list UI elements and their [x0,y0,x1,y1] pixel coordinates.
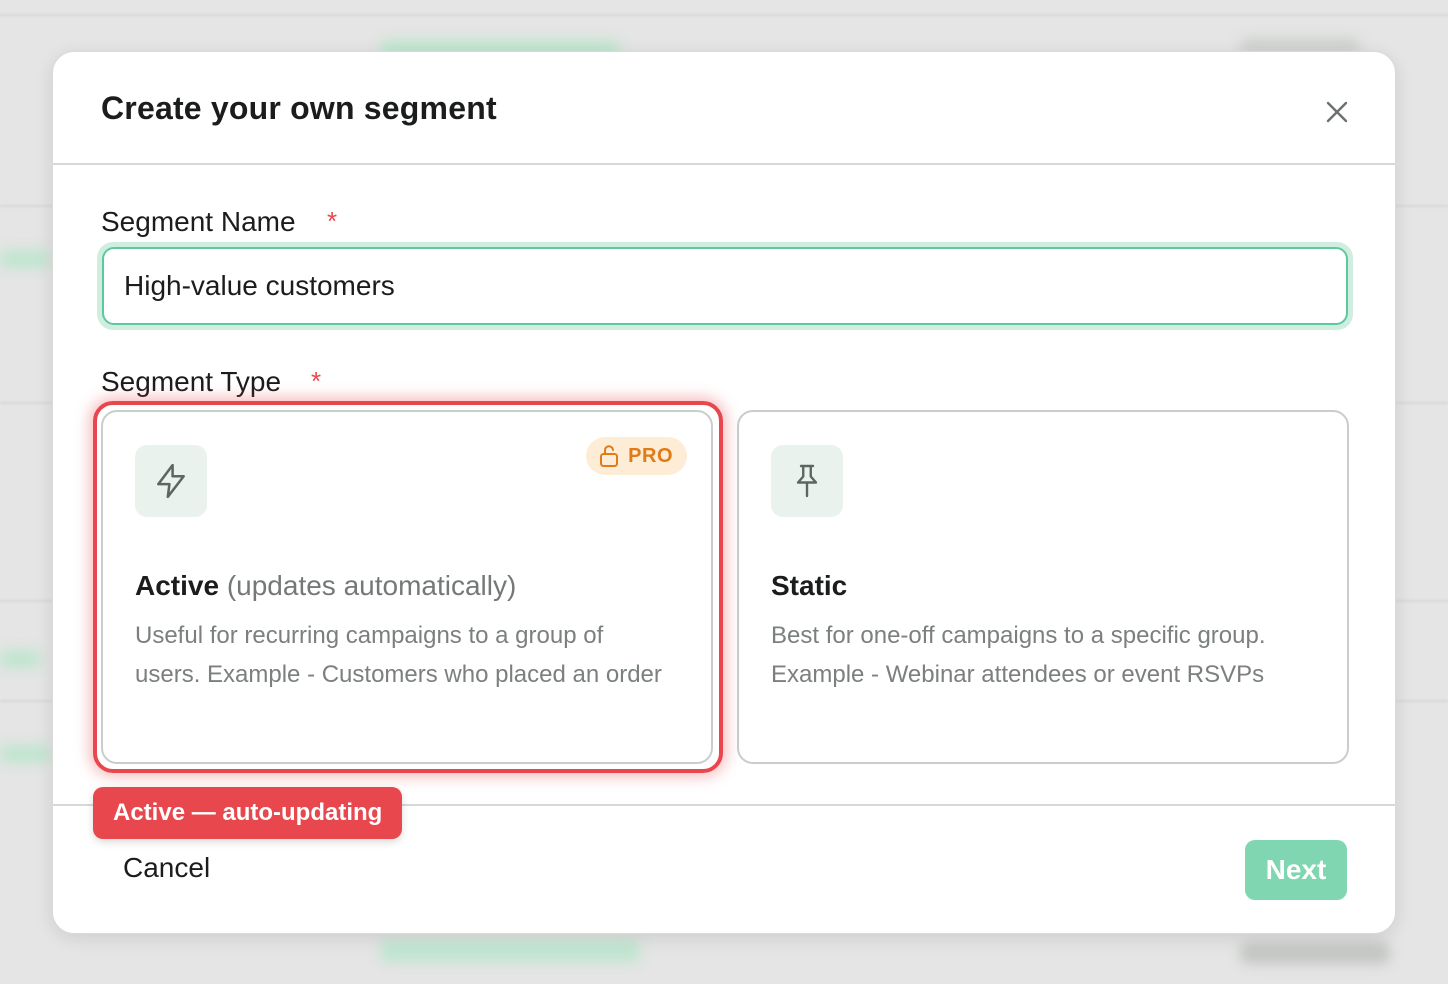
next-button[interactable]: Next [1245,840,1347,900]
close-icon [1326,101,1348,123]
modal-header: Create your own segment [53,52,1395,165]
close-button[interactable] [1319,94,1355,130]
create-segment-modal: Create your own segment Segment Name * S… [52,51,1396,934]
unlock-icon [600,445,619,467]
cancel-button[interactable]: Cancel [123,852,210,884]
active-icon-box [135,445,207,517]
segment-type-label: Segment Type [101,366,282,397]
segment-type-active-card[interactable]: PRO Active (updates automatically) Usefu… [101,410,713,764]
active-title: Active [135,570,220,601]
lightning-icon [157,463,185,499]
modal-title: Create your own segment [101,90,497,126]
static-card-title: Static [771,570,847,602]
pushpin-icon [796,464,818,498]
static-title: Static [771,570,848,601]
active-subtitle: (updates automatically) [226,570,517,601]
static-icon-box [771,445,843,517]
static-description: Best for one-off campaigns to a specific… [771,622,1266,688]
pro-badge-label: PRO [628,444,673,467]
segment-name-input[interactable] [102,247,1348,325]
segment-type-static-card[interactable]: Static Best for one-off campaigns to a s… [737,410,1349,764]
segment-name-label: Segment Name [101,206,296,237]
annotation-tag: Active — auto-updating [93,787,403,839]
active-card-title: Active (updates automatically) [135,570,516,602]
segment-type-required-mark: * [311,366,322,396]
segment-name-focus-ring [97,242,1353,330]
segment-name-required-mark: * [327,206,338,236]
active-description: Useful for recurring campaigns to a grou… [135,622,662,688]
pro-badge: PRO [586,437,687,475]
